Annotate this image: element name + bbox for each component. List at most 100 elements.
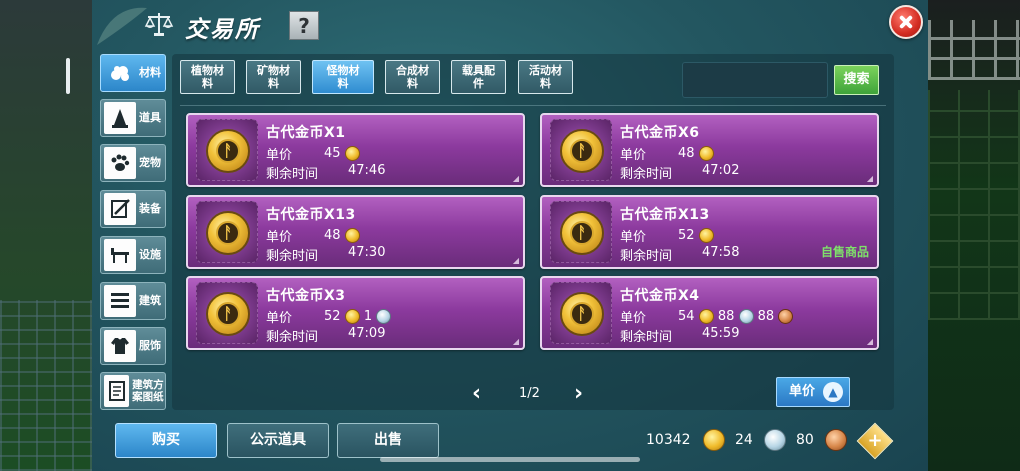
subcategory-tabs: 植物材料 矿物材料 怪物材料 合成材料 载具配件 活动材料 搜索 bbox=[172, 54, 894, 100]
sidebar-item-building[interactable]: 建筑 bbox=[100, 282, 166, 320]
price-value: 54 88 88 bbox=[678, 309, 794, 324]
silver-amount: 1 bbox=[363, 309, 373, 324]
corner-mark-icon: ◢ bbox=[866, 174, 873, 183]
ancient-coin-icon: ᚨ bbox=[560, 211, 604, 255]
sidebar-item-clothing[interactable]: 服饰 bbox=[100, 327, 166, 365]
gold-amount: 45 bbox=[324, 146, 341, 161]
item-icon bbox=[104, 102, 136, 134]
prev-page-button[interactable]: ‹ bbox=[472, 381, 481, 406]
next-page-button[interactable]: › bbox=[574, 381, 583, 406]
copper-coin-icon bbox=[778, 309, 794, 324]
public-items-button[interactable]: 公示道具 bbox=[227, 423, 329, 458]
item-slot: ᚨ bbox=[550, 119, 612, 181]
listing-card[interactable]: ᚨ 古代金币X13 单价 48 剩余时间 47:30 ◢ bbox=[186, 195, 525, 269]
remaining-time: 47:30 bbox=[348, 245, 386, 260]
exchange-panel: 交易所 ? 材料 道具 宠物 装备 设施 建筑 服饰 建筑方 案图纸 植物材 料… bbox=[92, 0, 928, 471]
corner-mark-icon: ◢ bbox=[866, 337, 873, 346]
item-slot: ᚨ bbox=[196, 201, 258, 263]
copper-amount: 88 bbox=[757, 309, 775, 324]
gold-coin-icon bbox=[698, 309, 714, 324]
sidebar-item-pets[interactable]: 宠物 bbox=[100, 144, 166, 182]
tab-event-materials[interactable]: 活动材料 bbox=[518, 60, 573, 94]
tab-synthesis-materials[interactable]: 合成材料 bbox=[385, 60, 440, 94]
search-button[interactable]: 搜索 bbox=[834, 65, 879, 95]
sidebar-item-facility[interactable]: 设施 bbox=[100, 236, 166, 274]
scale-icon bbox=[144, 13, 174, 36]
gold-amount: 52 bbox=[324, 309, 341, 324]
sidebar-item-label: 宠物 bbox=[139, 156, 161, 169]
ancient-coin-icon: ᚨ bbox=[206, 292, 250, 336]
sidebar-item-label: 道具 bbox=[139, 111, 161, 124]
sidebar-item-label: 材料 bbox=[139, 66, 161, 79]
gold-coin-icon bbox=[344, 146, 360, 161]
sidebar-item-label: 设施 bbox=[139, 248, 161, 261]
gold-amount: 48 bbox=[678, 146, 695, 161]
gold-amount: 54 bbox=[678, 309, 695, 324]
silver-coin-icon bbox=[738, 309, 754, 324]
sidebar-item-blueprint[interactable]: 建筑方 案图纸 bbox=[100, 372, 166, 410]
item-slot: ᚨ bbox=[196, 119, 258, 181]
ancient-coin-icon: ᚨ bbox=[206, 129, 250, 173]
remaining-time-label: 剩余时间 bbox=[620, 249, 673, 264]
divider bbox=[180, 105, 886, 106]
self-sale-badge: 自售商品 bbox=[820, 245, 869, 259]
tab-plant-materials[interactable]: 植物材料 bbox=[180, 60, 235, 94]
listing-card[interactable]: ᚨ 古代金币X6 单价 48 剩余时间 47:02 ◢ bbox=[540, 113, 879, 187]
listing-name: 古代金币X1 bbox=[266, 125, 346, 141]
silver-amount: 88 bbox=[717, 309, 735, 324]
sidebar-item-label: 建筑方 案图纸 bbox=[132, 379, 164, 403]
blueprint-icon bbox=[104, 375, 130, 407]
tab-mineral-materials[interactable]: 矿物材料 bbox=[246, 60, 301, 94]
listing-name: 古代金币X3 bbox=[266, 288, 346, 304]
item-slot: ᚨ bbox=[196, 282, 258, 344]
facility-icon bbox=[104, 239, 136, 271]
gold-amount: 52 bbox=[678, 228, 695, 243]
sidebar-item-items[interactable]: 道具 bbox=[100, 99, 166, 137]
plus-icon: + bbox=[867, 430, 883, 451]
remaining-time: 47:02 bbox=[702, 163, 740, 178]
tab-monster-materials[interactable]: 怪物材料 bbox=[312, 60, 374, 94]
ancient-coin-icon: ᚨ bbox=[206, 211, 250, 255]
gold-amount: 48 bbox=[324, 228, 341, 243]
gold-coin-icon bbox=[698, 146, 714, 161]
help-button[interactable]: ? bbox=[289, 11, 319, 40]
listing-card[interactable]: ᚨ 古代金币X3 单价 52 1 剩余时间 47:09 ◢ bbox=[186, 276, 525, 350]
sell-button[interactable]: 出售 bbox=[337, 423, 439, 458]
gold-coin-icon bbox=[703, 429, 725, 451]
sidebar-item-label: 服饰 bbox=[139, 339, 161, 352]
copper-balance: 80 bbox=[796, 432, 814, 448]
unit-price-label: 单价 bbox=[620, 148, 647, 163]
sort-label: 单价 bbox=[789, 384, 816, 399]
page-title: 交易所 bbox=[185, 17, 260, 43]
listing-name: 古代金币X4 bbox=[620, 288, 700, 304]
search-input[interactable] bbox=[682, 62, 828, 98]
gold-coin-icon bbox=[344, 309, 360, 324]
buy-button[interactable]: 购买 bbox=[115, 423, 217, 458]
listing-card[interactable]: ᚨ 古代金币X1 单价 45 剩余时间 47:46 ◢ bbox=[186, 113, 525, 187]
add-currency-button[interactable]: + bbox=[856, 422, 894, 460]
materials-icon bbox=[104, 57, 136, 89]
listing-name: 古代金币X13 bbox=[266, 207, 356, 223]
remaining-time-label: 剩余时间 bbox=[266, 330, 319, 345]
listing-card[interactable]: ᚨ 古代金币X4 单价 54 88 88 剩余时间 45:59 ◢ bbox=[540, 276, 879, 350]
equipment-icon bbox=[104, 193, 136, 225]
sidebar-item-equipment[interactable]: 装备 bbox=[100, 190, 166, 228]
listing-name: 古代金币X6 bbox=[620, 125, 700, 141]
game-scene-left bbox=[0, 0, 92, 471]
sidebar-item-label: 建筑 bbox=[139, 294, 161, 307]
scroll-indicator bbox=[66, 58, 70, 94]
pet-paw-icon bbox=[104, 147, 136, 179]
price-value: 48 bbox=[678, 146, 714, 161]
remaining-time: 47:58 bbox=[702, 245, 740, 260]
price-value: 48 bbox=[324, 228, 360, 243]
unit-price-label: 单价 bbox=[266, 311, 293, 326]
page-indicator: 1/2 bbox=[519, 386, 540, 401]
remaining-time: 47:46 bbox=[348, 163, 386, 178]
sort-by-price-button[interactable]: 单价 ▲ bbox=[776, 377, 850, 407]
sidebar-item-materials[interactable]: 材料 bbox=[100, 54, 166, 92]
corner-mark-icon: ◢ bbox=[512, 256, 519, 265]
tab-vehicle-parts[interactable]: 载具配件 bbox=[451, 60, 506, 94]
listing-card[interactable]: ᚨ 古代金币X13 单价 52 剩余时间 47:58 自售商品 bbox=[540, 195, 879, 269]
listing-area: 植物材料 矿物材料 怪物材料 合成材料 载具配件 活动材料 搜索 ᚨ 古代金币X… bbox=[172, 54, 894, 410]
close-button[interactable] bbox=[889, 5, 923, 39]
